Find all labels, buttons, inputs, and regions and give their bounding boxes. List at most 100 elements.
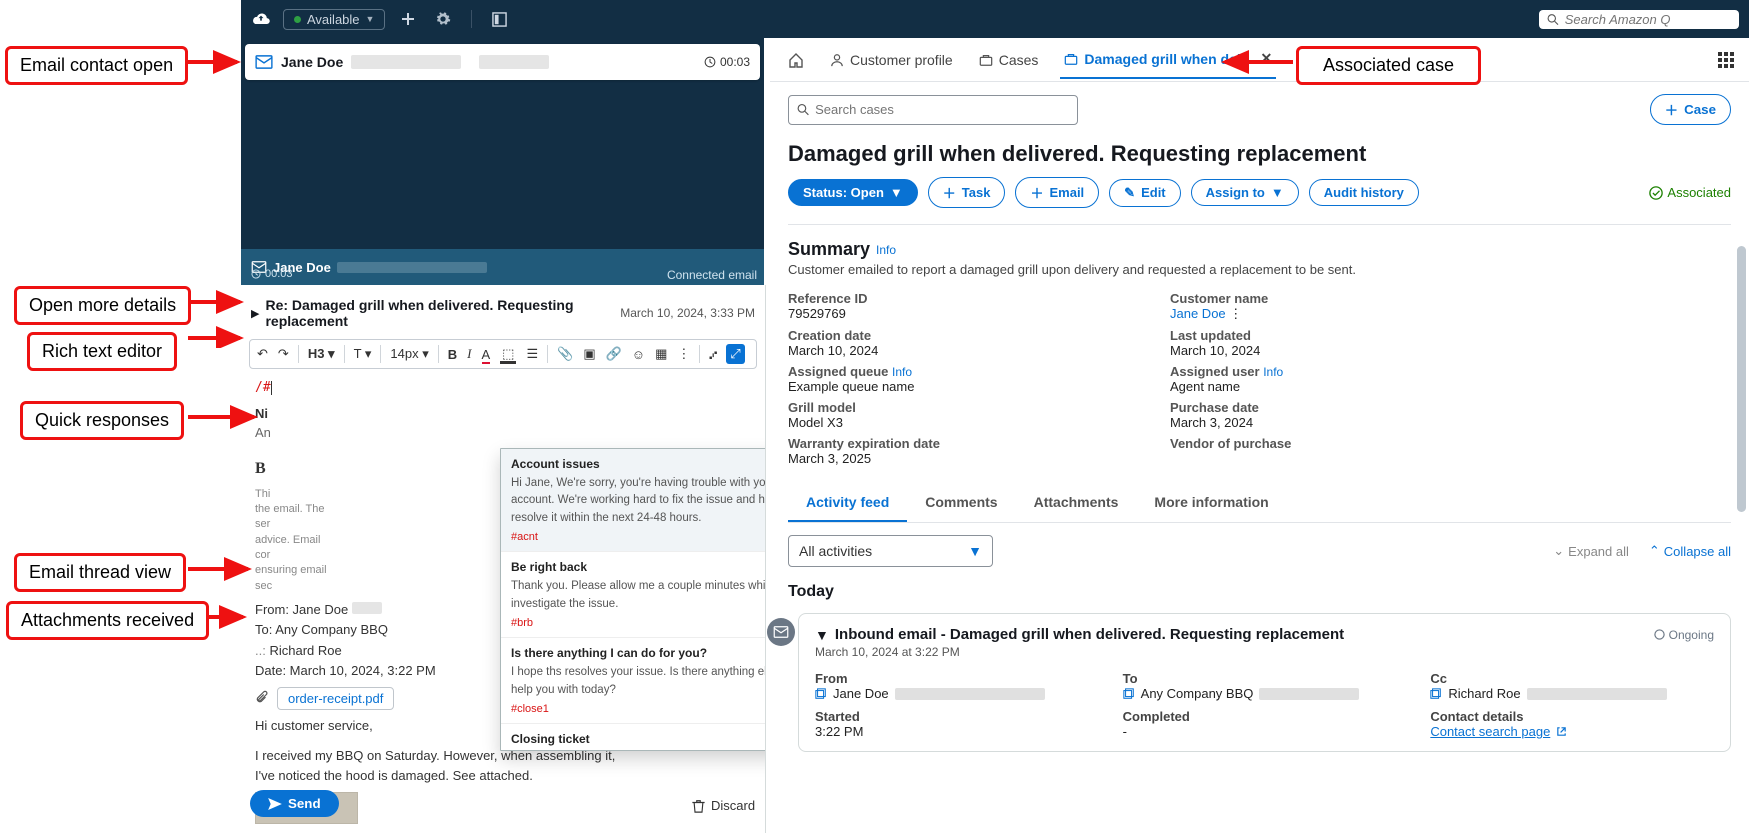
text-color-icon[interactable]: A: [481, 347, 492, 362]
quick-response-item[interactable]: Account issuesHi Jane, We're sorry, you'…: [501, 449, 766, 552]
field-label: To: [1123, 671, 1407, 686]
scrollbar[interactable]: [1737, 246, 1746, 512]
emoji-icon[interactable]: ☺: [631, 347, 646, 362]
amazon-q-search[interactable]: [1539, 10, 1739, 29]
audit-history-button[interactable]: Audit history: [1309, 179, 1419, 206]
more-info-tab[interactable]: More information: [1136, 484, 1286, 522]
chevron-down-icon[interactable]: ▼: [815, 627, 829, 643]
field-label: Completed: [1123, 709, 1407, 724]
plus-icon[interactable]: [397, 8, 419, 30]
quick-response-item[interactable]: Closing ticket: [501, 724, 766, 750]
bold-icon[interactable]: B: [447, 347, 458, 362]
search-cases-field[interactable]: [815, 102, 1069, 117]
summary-text: Customer emailed to report a damaged gri…: [770, 262, 1749, 277]
highlight-icon[interactable]: ⬚: [499, 346, 517, 362]
amazon-q-input[interactable]: [1565, 12, 1731, 27]
email-subject: Re: Damaged grill when delivered. Reques…: [265, 297, 614, 329]
field-value: Jane Doe: [815, 686, 1099, 701]
apps-grid-icon[interactable]: [1717, 51, 1735, 69]
more-icon[interactable]: ⋮: [1229, 306, 1242, 321]
field-value: Example queue name: [788, 379, 1130, 394]
field-label: Customer name: [1170, 291, 1512, 306]
font-size[interactable]: 14px ▾: [389, 346, 429, 362]
info-link[interactable]: Info: [1263, 365, 1283, 379]
divider: [471, 10, 472, 28]
add-email-button[interactable]: ＋ Email: [1015, 177, 1099, 208]
agent-status-dropdown[interactable]: Available: [283, 9, 385, 30]
comments-tab[interactable]: Comments: [907, 484, 1015, 522]
redo-icon[interactable]: ↷: [277, 346, 290, 362]
email-subject-row[interactable]: ▶ Re: Damaged grill when delivered. Requ…: [241, 293, 765, 333]
contact-search-link[interactable]: Contact search page: [1430, 724, 1550, 739]
status-dot-icon: [294, 16, 301, 23]
case-fields: Reference ID79529769 Customer nameJane D…: [770, 277, 1530, 466]
copy-icon[interactable]: [1123, 688, 1135, 700]
align-icon[interactable]: ☰: [525, 346, 539, 362]
field-label: Assigned queue Info: [788, 364, 1130, 379]
cases-tab[interactable]: Cases: [975, 42, 1043, 78]
add-case-button[interactable]: ＋Case: [1650, 94, 1731, 125]
callout: Attachments received: [6, 601, 209, 640]
chevron-down-icon: ▼: [968, 543, 982, 559]
attachments-tab[interactable]: Attachments: [1016, 484, 1137, 522]
field-value: Any Company BBQ: [1123, 686, 1407, 701]
image-icon[interactable]: ▣: [582, 346, 596, 362]
quick-response-item[interactable]: Be right backThank you. Please allow me …: [501, 552, 766, 638]
status-dropdown[interactable]: Status: Open ▼: [788, 179, 918, 206]
briefcase-icon: [979, 53, 993, 67]
expand-icon[interactable]: ⤢: [726, 344, 744, 364]
heading-select[interactable]: H3 ▾: [307, 346, 336, 362]
field-value: March 10, 2024: [788, 343, 1130, 358]
edit-button[interactable]: ✎ Edit: [1109, 179, 1180, 207]
discard-button[interactable]: Discard: [692, 798, 755, 813]
text-style[interactable]: T ▾: [353, 346, 373, 362]
search-icon: [1547, 13, 1559, 26]
trash-icon: [692, 799, 705, 813]
email-circle-icon: [767, 618, 795, 646]
thread-from: From: Jane Doe: [255, 602, 348, 617]
expand-all[interactable]: ⌄Expand all: [1553, 543, 1629, 559]
info-link[interactable]: Info: [876, 243, 896, 257]
collapse-all[interactable]: ⌃Collapse all: [1649, 543, 1731, 559]
link-icon[interactable]: 🔗: [605, 346, 623, 362]
italic-icon[interactable]: I: [466, 346, 472, 362]
assign-to-dropdown[interactable]: Assign to ▼: [1191, 179, 1299, 206]
summary-heading: SummaryInfo: [770, 225, 1749, 262]
gear-icon[interactable]: [431, 7, 455, 31]
info-link[interactable]: Info: [892, 365, 912, 379]
home-tab[interactable]: [784, 42, 808, 78]
search-cases-input[interactable]: [788, 95, 1078, 125]
customer-link[interactable]: Jane Doe: [1170, 306, 1226, 321]
chevron-down-icon: ⌄: [1553, 543, 1564, 559]
copy-icon[interactable]: [815, 688, 827, 700]
connected-timer: 00:03: [251, 268, 293, 280]
more-icon[interactable]: ⋮: [676, 346, 691, 362]
case-title: Damaged grill when delivered. Requesting…: [770, 137, 1749, 177]
external-link-icon: [1556, 726, 1567, 737]
attachment-chip[interactable]: order-receipt.pdf: [277, 687, 394, 710]
email-editor[interactable]: /# Account issuesHi Jane, We're sorry, y…: [241, 369, 765, 487]
activity-feed-tab[interactable]: Activity feed: [788, 484, 907, 522]
person-icon: [830, 53, 844, 67]
add-task-button[interactable]: ＋ Task: [928, 177, 1006, 208]
undo-icon[interactable]: ↶: [256, 346, 269, 362]
briefcase-icon: [1064, 52, 1078, 66]
field-label: Warranty expiration date: [788, 436, 1130, 451]
activities-filter[interactable]: All activities▼: [788, 535, 993, 567]
template-icon[interactable]: ⑇: [708, 347, 718, 362]
attach-icon[interactable]: 📎: [556, 346, 574, 362]
send-button[interactable]: Send: [250, 790, 339, 817]
home-icon: [788, 52, 804, 68]
field-label: Cc: [1430, 671, 1714, 686]
field-label: Creation date: [788, 328, 1130, 343]
email-contact-card[interactable]: Jane Doe 00:03: [245, 44, 760, 80]
callout: Associated case: [1296, 46, 1481, 85]
quick-response-trigger: /#: [255, 380, 271, 395]
panel-icon[interactable]: [488, 8, 511, 31]
quick-response-item[interactable]: Is there anything I can do for you?I hop…: [501, 638, 766, 724]
table-icon[interactable]: ▦: [654, 346, 668, 362]
search-icon: [797, 103, 809, 116]
field-label: Last updated: [1170, 328, 1512, 343]
copy-icon[interactable]: [1430, 688, 1442, 700]
customer-profile-tab[interactable]: Customer profile: [826, 42, 957, 78]
